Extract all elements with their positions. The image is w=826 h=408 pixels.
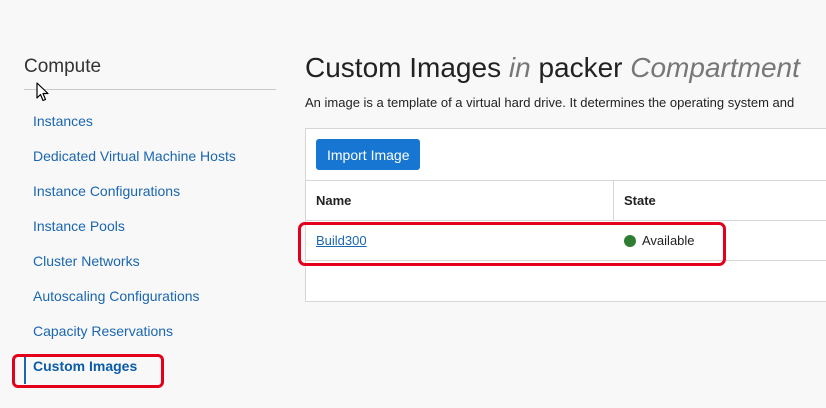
compute-sidebar: Compute Instances Dedicated Virtual Mach… — [24, 56, 276, 384]
page-title-in: in — [508, 52, 531, 83]
page-title: Custom Images in packer Compartment — [305, 48, 826, 88]
sidebar-item-dedicated-vm-hosts[interactable]: Dedicated Virtual Machine Hosts — [24, 139, 276, 174]
table-cell-name: Build300 — [306, 221, 614, 260]
sidebar-item-autoscaling-configurations[interactable]: Autoscaling Configurations — [24, 279, 276, 314]
import-image-button[interactable]: Import Image — [316, 139, 421, 170]
sidebar-item-instance-configurations[interactable]: Instance Configurations — [24, 174, 276, 209]
table-cell-state: Available — [614, 221, 826, 260]
table-row: Build300 Available — [306, 221, 826, 261]
oci-console-page: Compute Instances Dedicated Virtual Mach… — [0, 0, 826, 408]
sidebar-item-cluster-networks[interactable]: Cluster Networks — [24, 244, 276, 279]
page-title-main: Custom Images — [305, 52, 502, 83]
custom-images-panel: Import Image Name State Build300 Availab… — [305, 128, 826, 302]
sidebar-item-custom-images[interactable]: Custom Images — [24, 349, 276, 384]
table-header-row: Name State — [306, 180, 826, 221]
status-dot-icon — [624, 234, 636, 247]
image-name-link[interactable]: Build300 — [316, 233, 367, 248]
column-header-state[interactable]: State — [614, 181, 826, 220]
sidebar-item-capacity-reservations[interactable]: Capacity Reservations — [24, 314, 276, 349]
main-content: Custom Images in packer Compartment An i… — [305, 48, 826, 302]
sidebar-item-instances[interactable]: Instances — [24, 104, 276, 139]
sidebar-nav-list: Instances Dedicated Virtual Machine Host… — [24, 104, 276, 384]
page-title-compartment-label: Compartment — [630, 52, 800, 83]
column-header-name[interactable]: Name — [306, 181, 614, 220]
state-value: Available — [642, 232, 695, 248]
sidebar-item-instance-pools[interactable]: Instance Pools — [24, 209, 276, 244]
mouse-pointer-icon — [36, 82, 49, 102]
page-description: An image is a template of a virtual hard… — [305, 95, 795, 110]
page-title-compartment-name: packer — [538, 52, 623, 83]
sidebar-title: Compute — [24, 56, 276, 90]
custom-images-table: Name State Build300 Available — [306, 180, 826, 261]
